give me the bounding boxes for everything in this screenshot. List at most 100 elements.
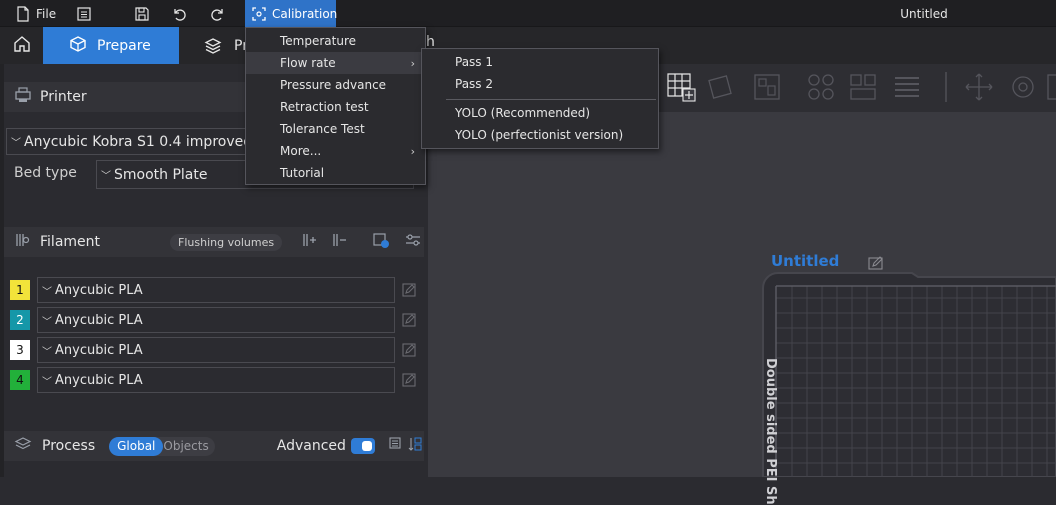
- menu-item-label: Tutorial: [280, 166, 325, 180]
- rotate-icon[interactable]: [1008, 72, 1038, 102]
- home-button[interactable]: [0, 27, 43, 64]
- layers-list-icon[interactable]: [892, 72, 922, 102]
- menu-item-label: Pass 1: [455, 55, 494, 69]
- arrange-icon[interactable]: [752, 72, 782, 102]
- filament-select-1[interactable]: ﹀ Anycubic PLA: [37, 277, 395, 303]
- menu-item-tolerance-test[interactable]: Tolerance Test: [246, 118, 425, 140]
- filament-settings-icon[interactable]: [404, 232, 422, 252]
- filament-select-value-4: Anycubic PLA: [55, 372, 143, 388]
- advanced-switch[interactable]: [350, 438, 375, 454]
- file-menu[interactable]: File: [16, 0, 56, 27]
- notes-icon: [76, 6, 92, 22]
- scale-icon[interactable]: [1045, 72, 1056, 102]
- filament-row-2: 2 ﹀ Anycubic PLA: [10, 307, 420, 333]
- menu-item-pressure-advance[interactable]: Pressure advance: [246, 74, 425, 96]
- edit-icon[interactable]: [401, 312, 417, 328]
- filament-section-title: Filament: [40, 234, 101, 250]
- add-filament-icon[interactable]: [300, 232, 318, 252]
- layers-icon: [204, 37, 222, 59]
- bed-type-plate-label: Double sided PEI Sh: [763, 358, 778, 505]
- menu-item-flow-rate[interactable]: Flow rate ›: [246, 52, 425, 74]
- grid-add-icon[interactable]: [666, 72, 696, 102]
- tab-preview[interactable]: Pr: [179, 27, 249, 64]
- filament-select-4[interactable]: ﹀ Anycubic PLA: [37, 367, 395, 393]
- flushing-volumes-button[interactable]: Flushing volumes: [170, 233, 283, 251]
- auto-orient-icon[interactable]: [705, 72, 735, 102]
- prepare-icon: [69, 35, 87, 57]
- filament-select-value-2: Anycubic PLA: [55, 312, 143, 328]
- home-icon: [13, 35, 31, 57]
- chevron-right-icon: ›: [410, 56, 415, 70]
- menu-item-label: Pressure advance: [280, 78, 387, 92]
- menu-item-label: More...: [280, 144, 322, 158]
- calibration-label: Calibration: [272, 6, 338, 21]
- save-button[interactable]: [134, 0, 150, 27]
- menu-item-temperature[interactable]: Temperature: [246, 30, 425, 52]
- calibration-menu-button[interactable]: Calibration: [245, 0, 338, 27]
- process-section-title: Process: [42, 438, 96, 454]
- bed-type-value: Smooth Plate: [114, 166, 208, 183]
- chevron-down-icon: ﹀: [11, 138, 21, 149]
- menu-item-retraction-test[interactable]: Retraction test: [246, 96, 425, 118]
- edit-icon[interactable]: [401, 282, 417, 298]
- filament-color-swatch-1[interactable]: 1: [10, 280, 30, 300]
- calibration-icon: [252, 6, 266, 21]
- chevron-down-icon: ﹀: [42, 286, 52, 298]
- edit-icon[interactable]: [401, 372, 417, 388]
- process-icon: [14, 436, 32, 456]
- filament-row-4: 4 ﹀ Anycubic PLA: [10, 367, 420, 393]
- move-icon[interactable]: [964, 72, 994, 102]
- split-objects-icon[interactable]: [806, 72, 836, 102]
- sort-icon[interactable]: [407, 436, 423, 456]
- tab-prepare-label: Prepare: [97, 37, 151, 54]
- menu-item-label: YOLO (Recommended): [455, 106, 591, 120]
- filament-select-2[interactable]: ﹀ Anycubic PLA: [37, 307, 395, 333]
- tab-prepare[interactable]: Prepare: [43, 27, 179, 64]
- build-plate[interactable]: [762, 272, 1056, 477]
- printer-icon: [14, 87, 32, 107]
- save-icon: [134, 6, 150, 22]
- filament-color-swatch-4[interactable]: 4: [10, 370, 30, 390]
- filament-select-3[interactable]: ﹀ Anycubic PLA: [37, 337, 395, 363]
- menu-item-label: YOLO (perfectionist version): [455, 128, 624, 142]
- menu-item-tutorial[interactable]: Tutorial: [246, 162, 425, 184]
- filament-color-swatch-3[interactable]: 3: [10, 340, 30, 360]
- chevron-right-icon: ›: [410, 144, 415, 158]
- submenu-item-pass-1[interactable]: Pass 1: [422, 51, 658, 73]
- plate-edit-icon[interactable]: [868, 255, 884, 274]
- notes-button[interactable]: [76, 0, 92, 27]
- remove-filament-icon[interactable]: [330, 232, 348, 252]
- objects-toggle[interactable]: Objects: [163, 439, 214, 453]
- menu-item-more[interactable]: More... ›: [246, 140, 425, 162]
- submenu-item-yolo-perfectionist[interactable]: YOLO (perfectionist version): [422, 124, 658, 146]
- filament-color-swatch-2[interactable]: 2: [10, 310, 30, 330]
- calibration-menu: Temperature Flow rate › Pressure advance…: [245, 27, 426, 185]
- chevron-down-icon: ﹀: [101, 171, 111, 182]
- toolbar-divider: [944, 72, 948, 102]
- plate-name[interactable]: Untitled: [771, 252, 839, 270]
- redo-icon: [210, 6, 226, 22]
- sync-filament-icon[interactable]: [372, 231, 390, 253]
- filament-icon: [14, 232, 30, 252]
- filament-section-header[interactable]: Filament Flushing volumes: [4, 227, 424, 257]
- compare-icon[interactable]: [389, 436, 405, 456]
- chevron-down-icon: ﹀: [42, 346, 52, 358]
- undo-icon: [171, 6, 187, 22]
- chevron-down-icon: ﹀: [42, 376, 52, 388]
- submenu-item-pass-2[interactable]: Pass 2: [422, 73, 658, 95]
- global-toggle[interactable]: Global: [109, 436, 164, 456]
- undo-button[interactable]: [171, 0, 187, 27]
- edit-icon[interactable]: [401, 342, 417, 358]
- printer-select-value: Anycubic Kobra S1 0.4 improved: [24, 133, 253, 150]
- menu-item-label: Retraction test: [280, 100, 369, 114]
- flow-rate-submenu: Pass 1 Pass 2 YOLO (Recommended) YOLO (p…: [421, 48, 659, 149]
- submenu-item-yolo-recommended[interactable]: YOLO (Recommended): [422, 102, 658, 124]
- redo-button[interactable]: [210, 0, 226, 27]
- file-menu-label: File: [36, 6, 57, 21]
- menu-item-label: Tolerance Test: [280, 122, 365, 136]
- process-section-header[interactable]: Process Global Objects Advanced: [4, 431, 424, 461]
- printer-section-title: Printer: [40, 89, 87, 105]
- split-parts-icon[interactable]: [848, 72, 878, 102]
- printer-select[interactable]: ﹀ Anycubic Kobra S1 0.4 improved: [6, 128, 256, 155]
- menu-separator: [446, 99, 656, 100]
